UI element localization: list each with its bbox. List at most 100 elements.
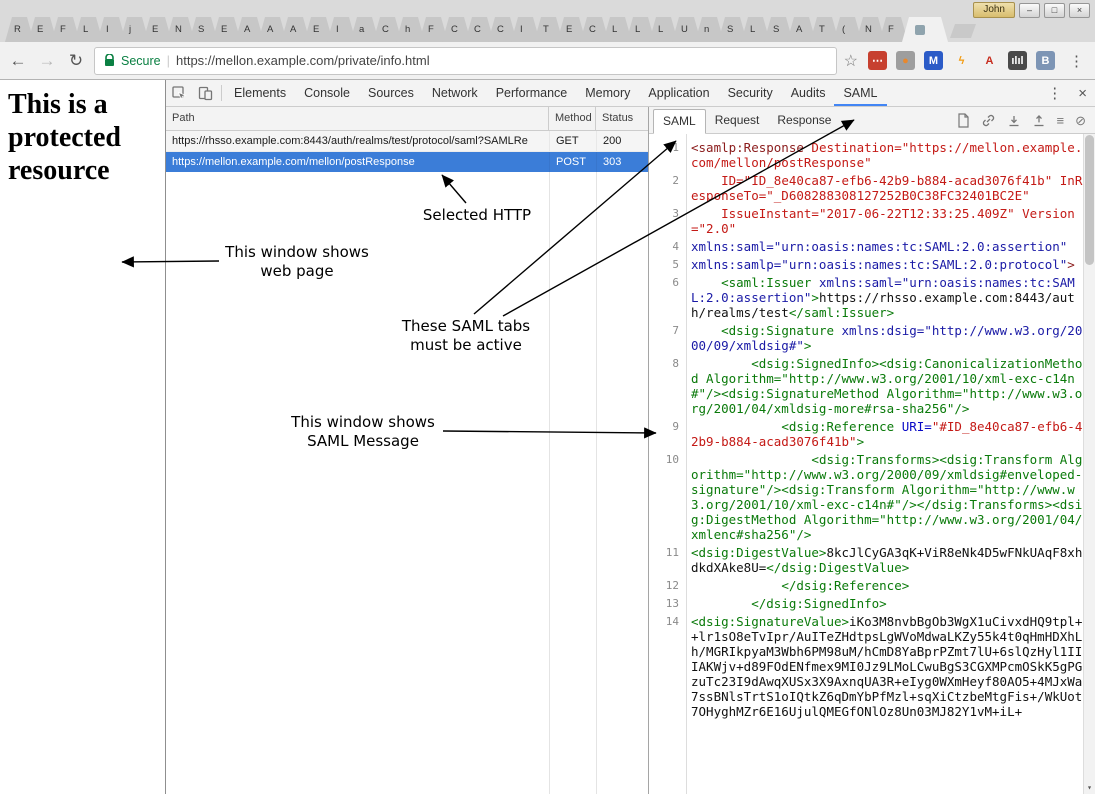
column-header-path[interactable]: Path (166, 107, 549, 130)
extension-icon-gray-orange[interactable]: ● (896, 51, 915, 70)
bookmark-star-icon[interactable]: ☆ (844, 51, 858, 71)
xml-line: <dsig:Signature xmlns:dsig="http://www.w… (686, 323, 1084, 353)
column-separator (549, 107, 550, 794)
devtools-tab-audits[interactable]: Audits (782, 80, 835, 106)
address-bar[interactable]: Secure | https://mellon.example.com/priv… (94, 47, 837, 75)
devtools-tab-network[interactable]: Network (423, 80, 487, 106)
upload-icon[interactable] (1032, 114, 1046, 128)
scroll-down-arrow[interactable]: ▾ (1084, 783, 1095, 792)
network-request-row[interactable]: https://mellon.example.com/mellon/postRe… (166, 152, 648, 172)
url-separator: | (167, 53, 170, 68)
line-number: 13 (649, 596, 686, 611)
extension-icon-blue-m[interactable]: M (924, 51, 943, 70)
devtools-tab-security[interactable]: Security (719, 80, 782, 106)
devtools-tab-console[interactable]: Console (295, 80, 359, 106)
xml-line: <dsig:Transforms><dsig:Transform Algorit… (686, 452, 1084, 542)
devtools-close-icon[interactable]: × (1070, 85, 1095, 102)
extension-icon-red-a[interactable]: A (980, 51, 999, 70)
xml-line: <dsig:SignatureValue>iKo3M8nvbBgOb3WgX1u… (686, 614, 1084, 719)
forward-button[interactable]: → (36, 51, 58, 71)
xml-row: 4xmlns:saml="urn:oasis:names:tc:SAML:2.0… (649, 239, 1084, 254)
browser-menu-icon[interactable]: ⋮ (1065, 52, 1088, 70)
line-number: 12 (649, 578, 686, 593)
saml-panel-tab-saml[interactable]: SAML (653, 109, 706, 134)
xml-line: xmlns:saml="urn:oasis:names:tc:SAML:2.0:… (686, 239, 1084, 254)
page-heading: This is a protected resource (8, 88, 165, 187)
xml-line: ID="ID_8e40ca87-efb6-42b9-b884-acad3076f… (686, 173, 1084, 203)
maximize-button[interactable]: □ (1044, 3, 1065, 18)
line-number: 4 (649, 239, 686, 254)
xml-line: xmlns:samlp="urn:oasis:names:tc:SAML:2.0… (686, 257, 1084, 272)
web-page-content: This is a protected resource (0, 80, 165, 794)
scrollbar[interactable]: ▾ (1083, 134, 1095, 794)
inspect-icon[interactable] (166, 85, 192, 101)
annotation-selected-http: Selected HTTP (421, 206, 533, 225)
devtools-tab-performance[interactable]: Performance (487, 80, 577, 106)
devtools-menu-icon[interactable]: ⋮ (1039, 84, 1070, 102)
saml-xml: 1<samlp:Response Destination="https://me… (649, 134, 1084, 794)
word-wrap-icon[interactable]: ≡ (1057, 114, 1065, 127)
devtools-body: PathMethodStatus https://rhsso.example.c… (166, 107, 1095, 794)
browser-tab-active[interactable] (902, 17, 948, 42)
url-text: https://mellon.example.com/private/info.… (176, 53, 430, 68)
xml-row: 5xmlns:samlp="urn:oasis:names:tc:SAML:2.… (649, 257, 1084, 272)
close-button[interactable]: × (1069, 3, 1090, 18)
extensions: ⋯ ● MϟAılıl B (868, 51, 1055, 70)
request-method: GET (549, 131, 596, 151)
annotation-line: This window shows (222, 243, 372, 262)
xml-line: <dsig:DigestValue>8kcJlCyGA3qK+ViR8eNk4D… (686, 545, 1084, 575)
network-rows: https://rhsso.example.com:8443/auth/real… (166, 131, 648, 172)
saml-message-view: 1<samlp:Response Destination="https://me… (649, 134, 1095, 794)
back-button[interactable]: ← (7, 51, 29, 71)
devtools-tabbar: ElementsConsoleSourcesNetworkPerformance… (225, 80, 887, 106)
column-header-status[interactable]: Status (595, 107, 648, 130)
saml-tabbar: SAMLRequestResponse (649, 107, 1095, 134)
devtools-tab-memory[interactable]: Memory (576, 80, 639, 106)
user-badge[interactable]: John (973, 2, 1015, 18)
line-number: 6 (649, 275, 686, 320)
line-number: 3 (649, 206, 686, 236)
line-number: 9 (649, 419, 686, 449)
request-method: POST (549, 152, 596, 172)
extension-icon-red-dots[interactable]: ⋯ (868, 51, 887, 70)
devtools-tab-sources[interactable]: Sources (359, 80, 423, 106)
extension-icon-dark-bars[interactable]: ılıl (1008, 51, 1027, 70)
annotation-line: must be active (385, 336, 547, 355)
scrollbar-thumb[interactable] (1085, 135, 1094, 265)
line-number: 14 (649, 614, 686, 719)
xml-row: 14<dsig:SignatureValue>iKo3M8nvbBgOb3WgX… (649, 614, 1084, 719)
minimize-button[interactable]: – (1019, 3, 1040, 18)
link-icon[interactable] (981, 113, 996, 128)
line-number: 1 (649, 140, 686, 170)
titlebar: REFLIjENSEAAAEIaChFCCCITECLLLUnSLSAT(NF … (0, 0, 1095, 42)
xml-row: 2 ID="ID_8e40ca87-efb6-42b9-b884-acad307… (649, 173, 1084, 203)
browser-window: REFLIjENSEAAAEIaChFCCCITECLLLUnSLSAT(NF … (0, 0, 1095, 794)
devtools-tab-application[interactable]: Application (639, 80, 718, 106)
request-path: https://rhsso.example.com:8443/auth/real… (166, 131, 549, 151)
reload-button[interactable]: ↻ (65, 51, 87, 71)
saml-panel-tab-response[interactable]: Response (768, 109, 840, 131)
secure-label: Secure (121, 54, 161, 68)
document-icon[interactable] (957, 113, 970, 128)
extension-icon-blue-b[interactable]: B (1036, 51, 1055, 70)
browser-tab-strip: REFLIjENSEAAAEIaChFCCCITECLLLUnSLSAT(NF (5, 17, 976, 42)
column-header-method[interactable]: Method (548, 107, 596, 130)
network-header: PathMethodStatus (166, 107, 648, 131)
network-request-row[interactable]: https://rhsso.example.com:8443/auth/real… (166, 131, 648, 152)
clear-icon[interactable]: ⊘ (1075, 114, 1086, 127)
devtools-tab-saml[interactable]: SAML (834, 80, 886, 106)
device-toolbar-icon[interactable] (192, 85, 218, 101)
extension-icon-lightning[interactable]: ϟ (952, 51, 971, 70)
download-icon[interactable] (1007, 114, 1021, 128)
xml-row: 6 <saml:Issuer xmlns:saml="urn:oasis:nam… (649, 275, 1084, 320)
new-tab-button[interactable] (950, 24, 976, 38)
annotation-line: SAML Message (285, 432, 441, 451)
annotation-line: This window shows (285, 413, 441, 432)
devtools-toolbar: ElementsConsoleSourcesNetworkPerformance… (166, 80, 1095, 107)
line-number: 5 (649, 257, 686, 272)
lock-icon (104, 54, 115, 67)
devtools-tab-elements[interactable]: Elements (225, 80, 295, 106)
saml-panel-tab-request[interactable]: Request (706, 109, 769, 131)
line-number: 8 (649, 356, 686, 416)
request-status: 303 (596, 152, 648, 172)
